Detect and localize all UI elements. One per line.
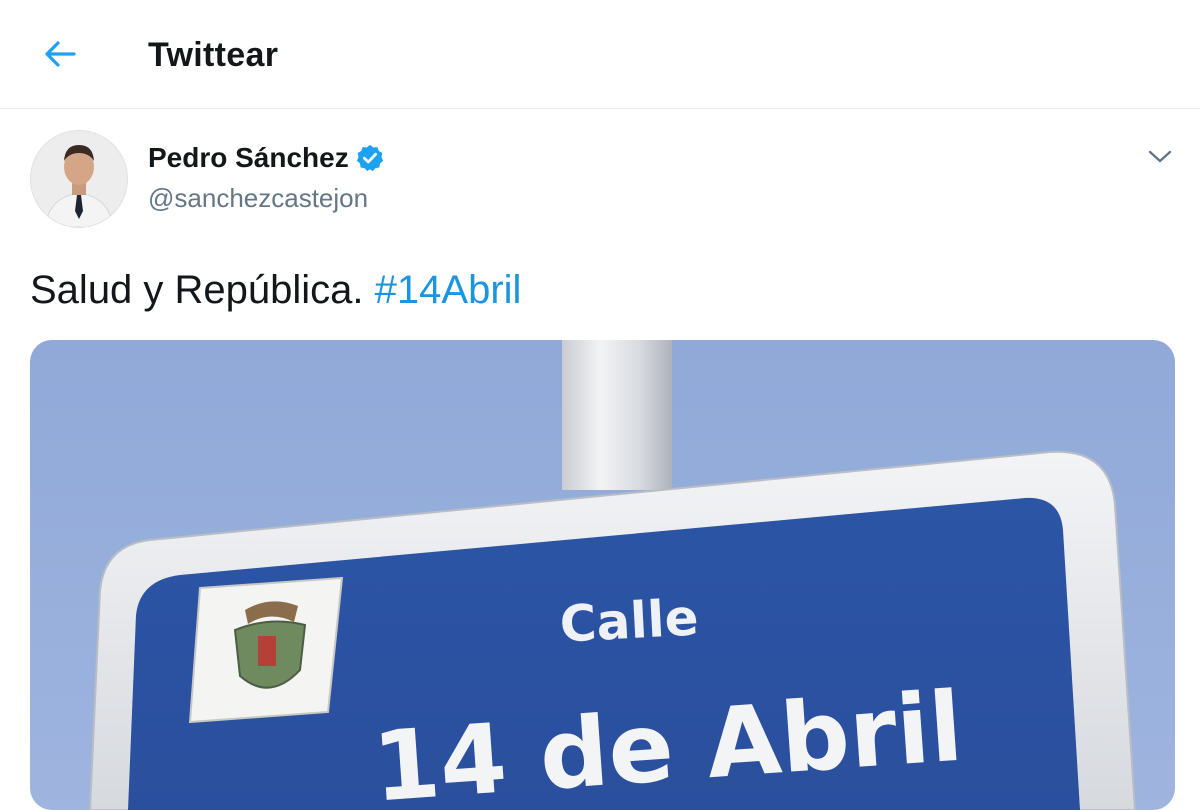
street-sign-photo: Calle 14 de Abril — [88, 340, 1137, 810]
sign-text-calle: Calle — [558, 588, 699, 653]
author-name-row[interactable]: Pedro Sánchez — [148, 142, 385, 174]
hashtag-link[interactable]: #14Abril — [375, 268, 522, 312]
tweet-text: Salud y República. #14Abril — [30, 268, 521, 313]
avatar[interactable] — [30, 130, 128, 228]
tweet-menu-button[interactable] — [1146, 144, 1174, 168]
avatar-photo — [31, 131, 127, 227]
author-handle[interactable]: @sanchezcastejon — [148, 183, 368, 214]
back-button[interactable] — [40, 36, 80, 72]
page-title: Twittear — [148, 36, 279, 74]
chevron-down-icon — [1148, 150, 1172, 163]
tweet-media[interactable]: Calle 14 de Abril — [30, 340, 1175, 810]
top-bar: Twittear — [0, 0, 1200, 109]
author-name[interactable]: Pedro Sánchez — [148, 142, 349, 174]
verified-badge-icon — [356, 144, 383, 172]
arrow-left-icon — [45, 41, 76, 67]
tweet-text-body: Salud y República. — [30, 268, 375, 312]
